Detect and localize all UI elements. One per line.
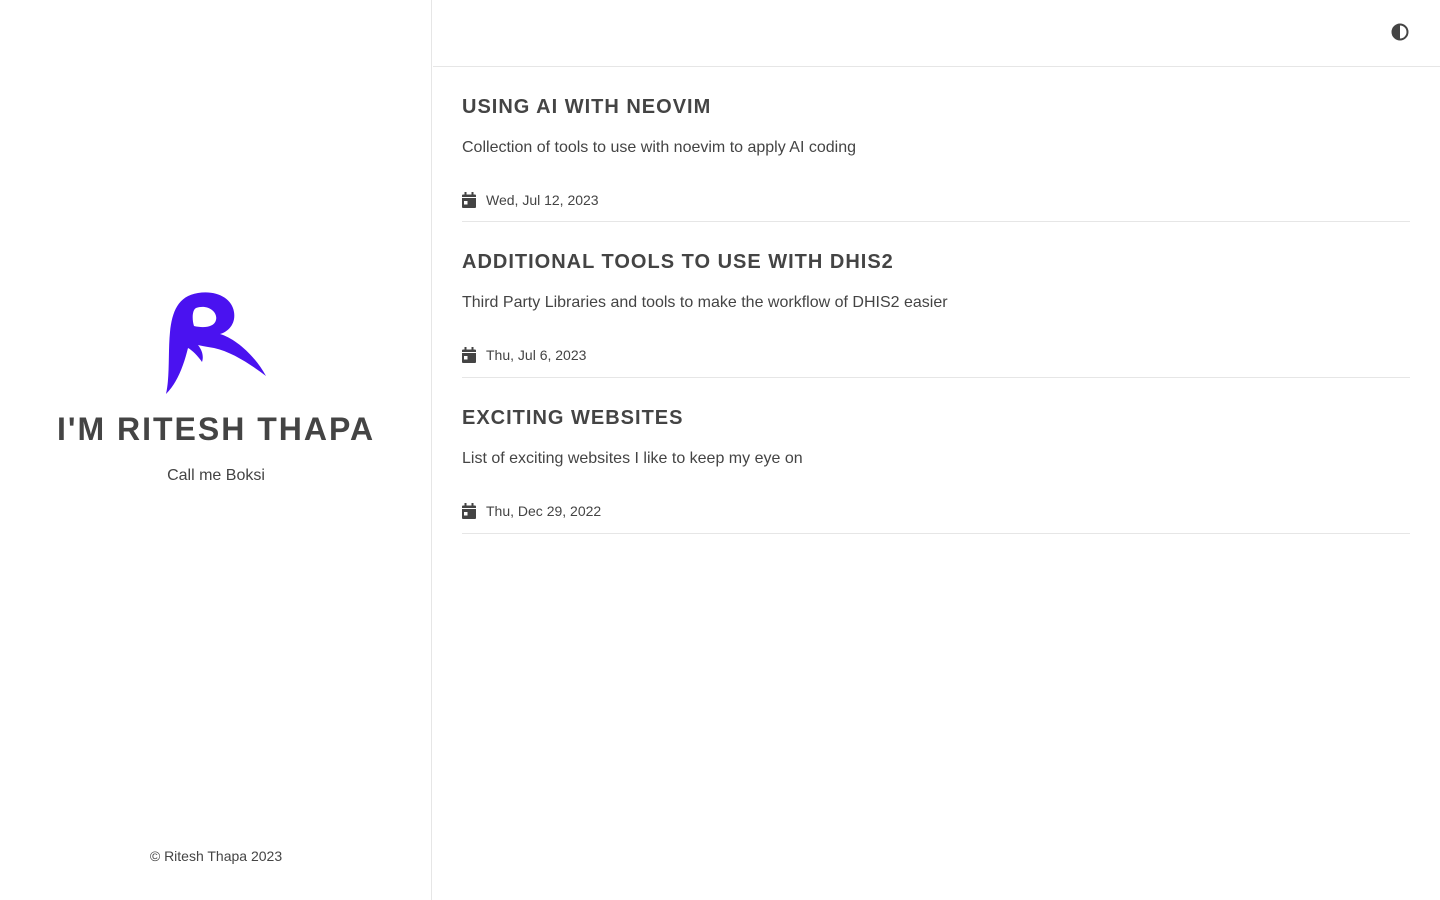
author-name: I'M RITESH THAPA xyxy=(56,411,376,447)
post-item: ADDITIONAL TOOLS TO USE WITH DHIS2 Third… xyxy=(462,222,1410,378)
theme-toggle-button[interactable] xyxy=(1390,22,1410,42)
main-content: USING AI WITH NEOVIM Collection of tools… xyxy=(433,0,1440,900)
post-description: Collection of tools to use with noevim t… xyxy=(462,139,856,156)
calendar-icon xyxy=(462,192,476,208)
post-item: EXCITING WEBSITES List of exciting websi… xyxy=(462,378,1410,534)
calendar-icon xyxy=(462,347,476,363)
post-list: USING AI WITH NEOVIM Collection of tools… xyxy=(462,67,1410,534)
post-title-link[interactable]: USING AI WITH NEOVIM xyxy=(462,95,711,119)
site-logo[interactable] xyxy=(162,290,270,394)
post-title-link[interactable]: ADDITIONAL TOOLS TO USE WITH DHIS2 xyxy=(462,250,894,274)
top-bar xyxy=(433,0,1440,67)
copyright-footer: © Ritesh Thapa 2023 xyxy=(149,848,283,864)
contrast-icon xyxy=(1391,23,1409,41)
post-date-text: Thu, Dec 29, 2022 xyxy=(486,503,602,519)
post-item: USING AI WITH NEOVIM Collection of tools… xyxy=(462,67,1410,222)
post-description: Third Party Libraries and tools to make … xyxy=(462,294,948,311)
post-title-link[interactable]: EXCITING WEBSITES xyxy=(462,406,683,430)
logo-r-icon xyxy=(166,292,266,394)
post-date: Thu, Jul 6, 2023 xyxy=(462,346,586,364)
post-date: Thu, Dec 29, 2022 xyxy=(462,502,601,520)
post-description: List of exciting websites I like to keep… xyxy=(462,450,803,467)
post-date: Wed, Jul 12, 2023 xyxy=(462,191,599,209)
post-date-text: Thu, Jul 6, 2023 xyxy=(486,347,587,363)
sidebar: I'M RITESH THAPA Call me Boksi © Ritesh … xyxy=(0,0,432,900)
calendar-icon xyxy=(462,503,476,519)
post-date-text: Wed, Jul 12, 2023 xyxy=(486,192,599,208)
author-tagline: Call me Boksi xyxy=(167,467,265,484)
